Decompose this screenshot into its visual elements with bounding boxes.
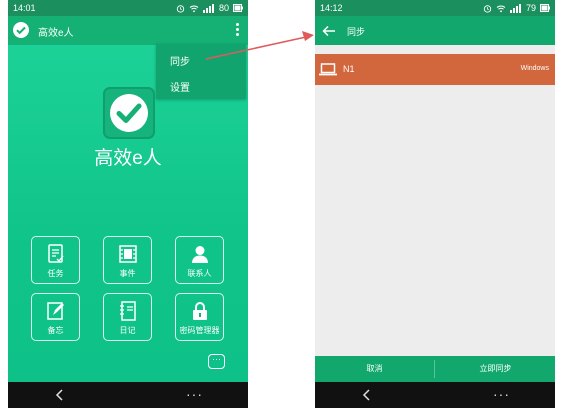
sync-now-button[interactable]: 立即同步 xyxy=(436,356,555,382)
overflow-dropdown-menu: 同步 设置 xyxy=(156,44,246,99)
device-list-item[interactable]: N1 Windows xyxy=(315,54,555,85)
tile-label: 联系人 xyxy=(187,269,212,278)
action-bar: 取消 立即同步 xyxy=(315,356,555,382)
tile-diary[interactable]: 日记 xyxy=(103,293,152,341)
app-logo xyxy=(103,87,155,139)
checkmark-icon xyxy=(116,103,142,123)
tile-event[interactable]: 事件 xyxy=(103,236,152,284)
system-nav-bar: ··· xyxy=(315,382,555,408)
divider xyxy=(434,360,435,378)
cancel-button[interactable]: 取消 xyxy=(315,356,434,382)
device-name: N1 xyxy=(343,64,355,74)
nav-more-icon[interactable]: ··· xyxy=(186,387,203,401)
diary-icon xyxy=(119,301,136,321)
page-title: 同步 xyxy=(347,27,366,37)
alarm-icon xyxy=(176,4,185,13)
app-bar: 同步 xyxy=(315,16,555,45)
app-name-heading: 高效e人 xyxy=(94,148,162,169)
contact-icon xyxy=(191,246,208,263)
signal-icon xyxy=(509,3,521,13)
app-title: 高效e人 xyxy=(38,28,74,39)
tile-label: 任务 xyxy=(47,269,64,278)
menu-item-settings[interactable]: 设置 xyxy=(170,79,190,94)
back-nav-icon[interactable] xyxy=(359,387,375,403)
battery-icon xyxy=(540,4,550,12)
memo-icon xyxy=(46,302,64,320)
phone-screen-sync: 14:12 79 同步 N1 Windows 取消 立即同步 ··· xyxy=(315,0,555,408)
tile-label: 密码管理器 xyxy=(179,326,220,335)
tile-contacts[interactable]: 联系人 xyxy=(175,236,224,284)
tile-memo[interactable]: 备忘 xyxy=(31,293,80,341)
wifi-icon xyxy=(496,5,506,12)
back-arrow-icon[interactable] xyxy=(322,24,336,38)
lock-icon xyxy=(192,302,207,320)
tile-password-manager[interactable]: 密码管理器 xyxy=(175,293,224,341)
laptop-icon xyxy=(319,63,337,76)
menu-item-sync[interactable]: 同步 xyxy=(170,53,190,68)
more-button[interactable]: ··· xyxy=(208,354,225,369)
tile-label: 日记 xyxy=(119,326,136,335)
overflow-menu-icon[interactable] xyxy=(236,23,240,37)
task-icon xyxy=(47,244,64,263)
status-bar: 14:12 79 xyxy=(315,0,555,16)
alarm-icon xyxy=(483,4,492,13)
battery-level: 80 xyxy=(218,3,229,13)
wifi-icon xyxy=(189,5,199,12)
system-nav-bar: ··· xyxy=(8,382,248,408)
battery-level: 79 xyxy=(525,3,536,13)
nav-more-icon[interactable]: ··· xyxy=(493,387,510,401)
battery-icon xyxy=(233,4,243,12)
back-nav-icon[interactable] xyxy=(52,387,68,403)
tile-task[interactable]: 任务 xyxy=(31,236,80,284)
status-bar: 14:01 80 xyxy=(8,0,248,16)
tile-label: 备忘 xyxy=(47,326,64,335)
device-os: Windows xyxy=(520,65,549,72)
phone-screen-main: 14:01 80 高效e人 同步 设置 高效e人 任务 事件 联系人 备忘 日记… xyxy=(8,0,248,408)
app-check-icon xyxy=(13,22,29,38)
status-time: 14:12 xyxy=(320,3,343,13)
tile-label: 事件 xyxy=(119,269,136,278)
status-time: 14:01 xyxy=(13,3,36,13)
signal-icon xyxy=(202,3,214,13)
event-icon xyxy=(118,245,137,263)
app-bar: 高效e人 xyxy=(8,16,248,45)
